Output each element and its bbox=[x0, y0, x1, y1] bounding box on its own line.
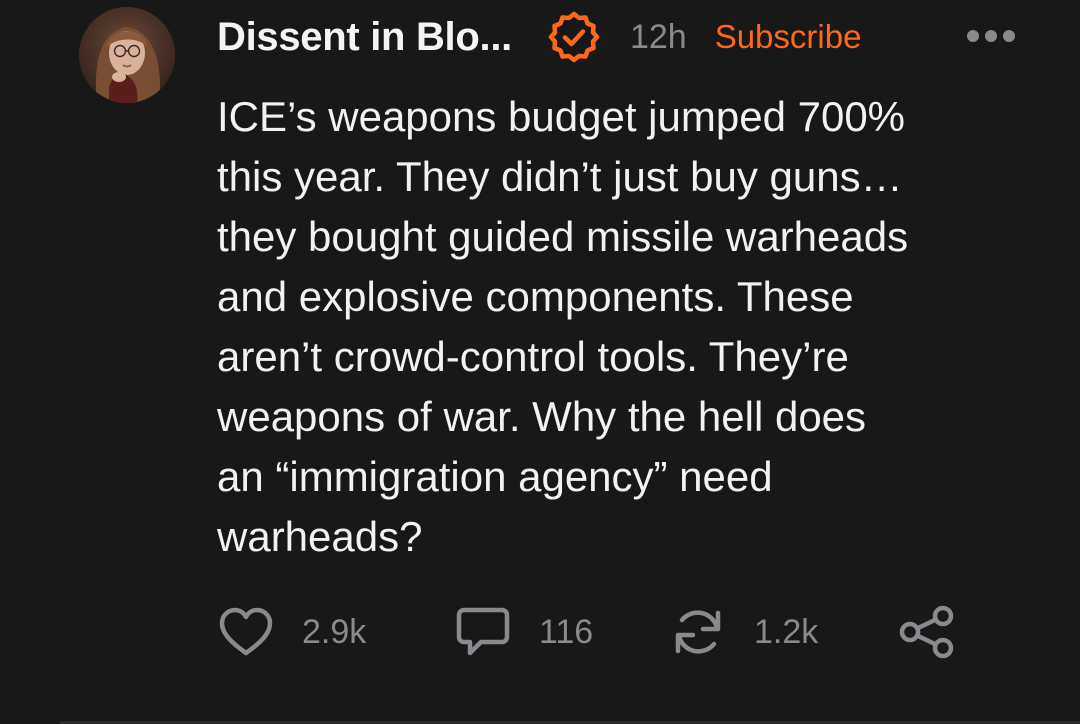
comment-count: 116 bbox=[539, 612, 594, 651]
more-options-icon[interactable] bbox=[966, 27, 1016, 45]
restack-count: 1.2k bbox=[754, 612, 819, 651]
verified-badge-icon bbox=[548, 11, 600, 63]
author-name[interactable]: Dissent in Blo... bbox=[217, 15, 512, 60]
avatar-image bbox=[79, 7, 175, 103]
post-card: Dissent in Blo... 12h Subscribe ICE’s we… bbox=[0, 0, 1080, 724]
comment-icon bbox=[456, 607, 510, 656]
share-icon bbox=[899, 605, 954, 659]
restack-button[interactable]: 1.2k bbox=[670, 600, 818, 664]
post-body: ICE’s weapons budget jumped 700% this ye… bbox=[217, 93, 909, 560]
comment-button[interactable]: 116 bbox=[455, 600, 593, 664]
author-avatar[interactable] bbox=[79, 7, 175, 103]
like-button[interactable]: 2.9k bbox=[218, 600, 366, 664]
post-timestamp: 12h bbox=[629, 17, 687, 56]
like-count: 2.9k bbox=[302, 612, 367, 651]
subscribe-button[interactable]: Subscribe bbox=[715, 18, 862, 56]
restack-icon bbox=[675, 610, 721, 654]
post-header: Dissent in Blo... 12h Subscribe bbox=[217, 10, 861, 64]
heart-icon bbox=[219, 607, 273, 656]
share-button[interactable] bbox=[898, 600, 958, 664]
